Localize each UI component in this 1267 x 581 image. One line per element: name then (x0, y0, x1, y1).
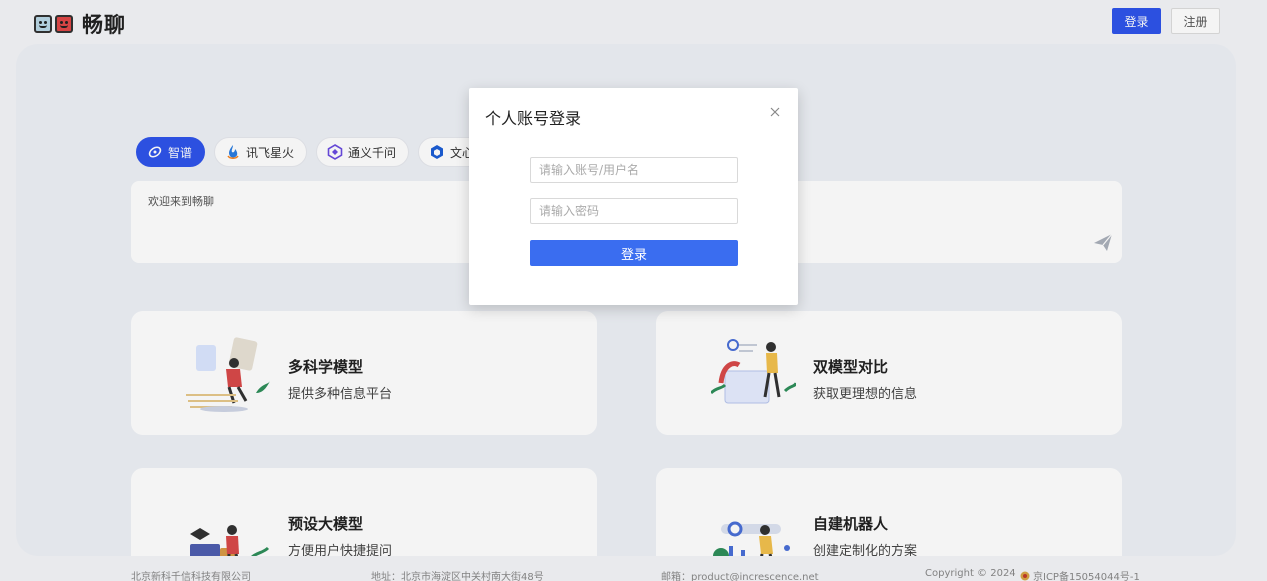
login-modal: 个人账号登录 登录 (469, 88, 798, 305)
password-input[interactable] (530, 198, 738, 224)
close-icon[interactable] (768, 104, 782, 118)
username-input[interactable] (530, 157, 738, 183)
login-submit-button[interactable]: 登录 (530, 240, 738, 266)
modal-title: 个人账号登录 (485, 109, 582, 128)
